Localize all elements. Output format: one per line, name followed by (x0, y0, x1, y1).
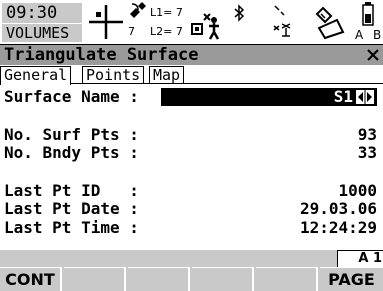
bndy-pts-row: No. Bndy Pts : 33 (4, 144, 379, 162)
f4-button[interactable] (192, 267, 254, 291)
last-pt-id-value: 1000 (338, 181, 377, 200)
page-button[interactable]: PAGE (320, 267, 383, 291)
surface-name-row: Surface Name : S1 (4, 88, 379, 106)
tab-map[interactable]: Map (149, 66, 185, 84)
indicator-b: B (373, 28, 382, 42)
last-pt-date-value: 29.03.06 (299, 199, 377, 218)
last-pt-date-label: Last Pt Date : (4, 199, 139, 218)
clock: 09:30 (2, 3, 82, 23)
bndy-pts-label: No. Bndy Pts : (4, 143, 139, 162)
surface-name-value: S1 (333, 87, 353, 106)
last-pt-date-row: Last Pt Date : 29.03.06 (4, 200, 379, 218)
l2-readout: L2= 7 (150, 25, 183, 38)
l1-readout: L1= 7 (150, 6, 183, 19)
screen: 09:30 VOLUMES L1= 7 7 L2= 7 A B Triangul… (0, 0, 383, 291)
mode-label: VOLUMES (2, 24, 82, 42)
page-indicator-bar: A 1 (0, 250, 383, 267)
f3-button[interactable] (128, 267, 190, 291)
position-cross-icon (89, 5, 123, 39)
status-bar: 09:30 VOLUMES L1= 7 7 L2= 7 A B (0, 0, 383, 44)
page-indicator: A 1 (337, 250, 383, 267)
satellite-icon (130, 2, 146, 18)
surface-name-label: Surface Name : (4, 87, 139, 106)
last-pt-time-row: Last Pt Time : 12:24:29 (4, 219, 379, 237)
sat-count: 7 (128, 25, 135, 38)
antenna-rover-icon (191, 13, 220, 40)
cont-button[interactable]: CONT (0, 267, 62, 291)
function-key-bar: CONT PAGE (0, 267, 383, 291)
last-pt-id-label: Last Pt ID : (4, 181, 139, 200)
f5-button[interactable] (256, 267, 318, 291)
last-pt-time-value: 12:24:29 (299, 218, 377, 237)
last-pt-time-label: Last Pt Time : (4, 218, 139, 237)
battery-icon (362, 2, 374, 26)
tab-bar: General Points Map (0, 65, 383, 85)
tab-general[interactable]: General (0, 66, 72, 85)
left-right-arrows-icon[interactable] (356, 90, 374, 104)
f2-button[interactable] (64, 267, 126, 291)
close-icon[interactable] (366, 48, 380, 62)
surf-pts-row: No. Surf Pts : 93 (4, 126, 379, 144)
title-bar: Triangulate Surface (0, 44, 383, 65)
bndy-pts-value: 33 (357, 143, 377, 162)
last-pt-id-row: Last Pt ID : 1000 (4, 182, 379, 200)
surf-pts-label: No. Surf Pts : (4, 125, 139, 144)
tab-points[interactable]: Points (82, 66, 145, 84)
bluetooth-icon (234, 4, 245, 22)
surf-pts-value: 93 (357, 125, 377, 144)
memory-card-icon (315, 6, 345, 40)
indicator-a: A (355, 28, 364, 42)
page-title: Triangulate Surface (4, 45, 199, 65)
radio-icon (273, 5, 291, 37)
surface-name-selector[interactable]: S1 (161, 88, 377, 106)
